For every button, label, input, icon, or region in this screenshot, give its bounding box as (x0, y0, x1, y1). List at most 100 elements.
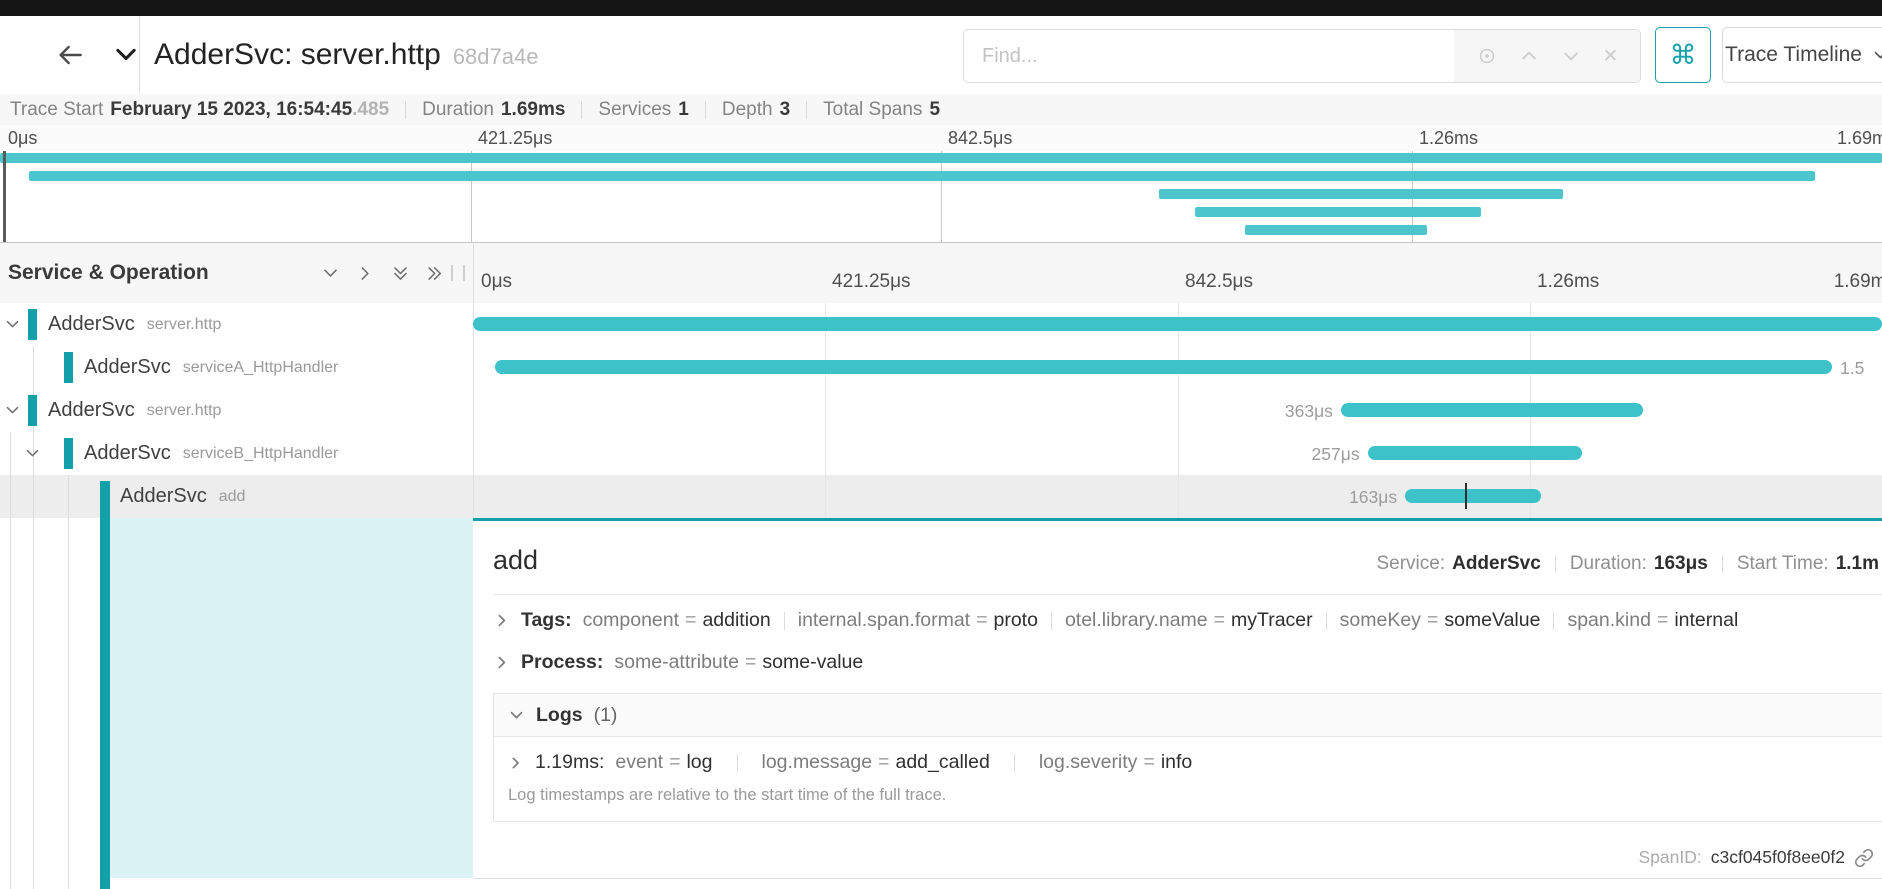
key-value-pair: event=log (615, 751, 712, 774)
detail-meta-value: AdderSvc (1452, 553, 1541, 575)
tag-key: event (615, 751, 663, 773)
span-service-name: AdderSvc (48, 399, 135, 422)
keyboard-shortcuts-button[interactable]: ⌘ (1655, 27, 1711, 83)
meta-label: Depth (722, 99, 773, 121)
key-value-separator (1326, 612, 1327, 630)
span-duration-bar[interactable] (1341, 403, 1644, 417)
key-value-pair: log.severity=info (1039, 751, 1192, 774)
trace-view-selector[interactable]: Trace Timeline (1722, 27, 1882, 83)
span-duration-label: 163μs (1349, 487, 1397, 508)
timeline-tick-label: 421.25μs (478, 128, 552, 149)
span-duration-bar[interactable] (1368, 446, 1582, 460)
column-resize-handle[interactable] (451, 265, 465, 281)
timeline-gridline (1178, 303, 1179, 518)
process-accordion[interactable]: Process: some-attribute=some-value (493, 651, 863, 674)
meta-value: 5 (929, 99, 940, 121)
span-service-color-bar (28, 395, 37, 426)
tag-value: log (686, 751, 712, 773)
span-collapse-icon[interactable] (4, 316, 21, 333)
trace-header: AdderSvc: server.http68d7a4e ✕ ⌘ Trace T… (0, 16, 1882, 97)
tag-value: info (1161, 751, 1192, 773)
tree-guide-line (68, 518, 69, 889)
equals-sign: = (1143, 751, 1154, 773)
log-entry-row[interactable]: 1.19ms:event=loglog.message=add_calledlo… (494, 737, 1882, 774)
equals-sign: = (1427, 609, 1438, 631)
timeline-ruler: 0μs421.25μs842.5μs1.26ms1.69ms (473, 243, 1882, 303)
span-detail-title: add (493, 545, 538, 576)
span-duration-bar[interactable] (495, 360, 1832, 374)
service-operation-title: Service & Operation (0, 261, 321, 285)
span-row-name-cell[interactable]: AdderSvcserver.http (0, 303, 473, 346)
log-event-tick[interactable] (1465, 483, 1467, 509)
collapse-one-icon[interactable] (321, 264, 340, 283)
tag-value: internal (1674, 609, 1738, 631)
span-duration-label: 363μs (1285, 401, 1333, 422)
find-clear-icon[interactable]: ✕ (1602, 47, 1618, 66)
collapse-trace-header-icon[interactable] (112, 41, 140, 69)
equals-sign: = (878, 751, 889, 773)
timeline-tick-label: 0μs (8, 128, 37, 149)
span-row-name-cell[interactable]: AdderSvcserver.http (0, 389, 473, 432)
span-detail-meta: Service:AdderSvcDuration:163μsStart Time… (1376, 553, 1879, 575)
logs-header[interactable]: Logs (1) (494, 694, 1882, 737)
tree-guide-line (33, 346, 34, 518)
span-row-name-cell[interactable]: AdderSvc serviceA_HttpHandler (0, 346, 473, 389)
span-duration-bar[interactable] (473, 317, 1882, 331)
locate-span-icon[interactable] (1476, 45, 1498, 67)
meta-value: 1.69ms (501, 99, 565, 121)
key-value-separator (737, 754, 738, 772)
tag-key: some-attribute (614, 651, 739, 673)
span-collapse-icon[interactable] (24, 445, 41, 462)
minimap-drag-handle[interactable] (3, 151, 6, 242)
span-operation-name: server.http (147, 316, 222, 334)
span-row-name-cell[interactable]: AdderSvcserviceB_HttpHandler (0, 432, 473, 475)
expand-all-icon[interactable] (426, 264, 445, 283)
span-row: AdderSvcserver.http 363μs (0, 389, 1882, 432)
equals-sign: = (1214, 609, 1225, 631)
copy-link-icon[interactable] (1854, 848, 1874, 868)
span-row: AdderSvcadd 163μs (0, 475, 1882, 518)
span-service-name: AdderSvc (84, 442, 171, 465)
logs-label: Logs (536, 704, 583, 727)
collapse-all-icon[interactable] (391, 264, 410, 283)
trace-view-label: Trace Timeline (1725, 43, 1862, 67)
span-duration-bar[interactable] (1405, 489, 1541, 503)
minimap-span-bar (1195, 207, 1481, 217)
span-collapse-icon[interactable] (4, 402, 21, 419)
tags-accordion[interactable]: Tags: component=additioninternal.span.fo… (493, 609, 1738, 632)
span-row-labels: AdderSvcserver.http (48, 389, 221, 432)
key-value-separator (1553, 612, 1554, 630)
tag-key: someKey (1340, 609, 1421, 631)
span-row-name-cell[interactable]: AdderSvcadd (0, 475, 473, 518)
timeline-minimap[interactable] (0, 151, 1882, 243)
logs-count: (1) (594, 704, 618, 727)
tag-key: log.message (762, 751, 873, 773)
detail-meta-value: 1.1m (1836, 553, 1879, 575)
timeline-tick-label: 842.5μs (948, 128, 1012, 149)
key-value-separator (784, 612, 785, 630)
span-service-name: AdderSvc (84, 356, 171, 379)
span-rows: AdderSvcserver.httpAdderSvcserviceA_Http… (0, 303, 1882, 518)
meta-label: Services (598, 99, 671, 121)
span-operation-name: serviceA_HttpHandler (183, 359, 339, 377)
service-operation-header: Service & Operation (0, 243, 474, 303)
find-next-icon[interactable] (1561, 46, 1581, 66)
span-id-label: SpanID: (1638, 847, 1701, 868)
find-input[interactable] (964, 30, 1454, 82)
meta-label: Trace Start (10, 99, 103, 121)
tag-value: myTracer (1231, 609, 1313, 631)
chevron-right-icon (508, 755, 524, 771)
tag-key: span.kind (1567, 609, 1650, 631)
page-title: AdderSvc: server.http68d7a4e (154, 38, 538, 72)
span-row-labels: AdderSvc serviceA_HttpHandler (84, 346, 338, 389)
key-value-pair: someKey=someValue (1340, 609, 1541, 631)
detail-panel-bottom-border (473, 878, 1882, 879)
expand-one-icon[interactable] (356, 264, 375, 283)
selected-span-indent-bar (100, 518, 110, 889)
span-service-color-bar (64, 438, 73, 469)
span-duration-label: 1.5 (1840, 358, 1864, 379)
span-detail-panel: add Service:AdderSvcDuration:163μsStart … (473, 518, 1882, 889)
find-prev-icon[interactable] (1519, 46, 1539, 66)
span-row-labels: AdderSvcadd (120, 475, 245, 518)
tree-guide-line (10, 518, 11, 889)
